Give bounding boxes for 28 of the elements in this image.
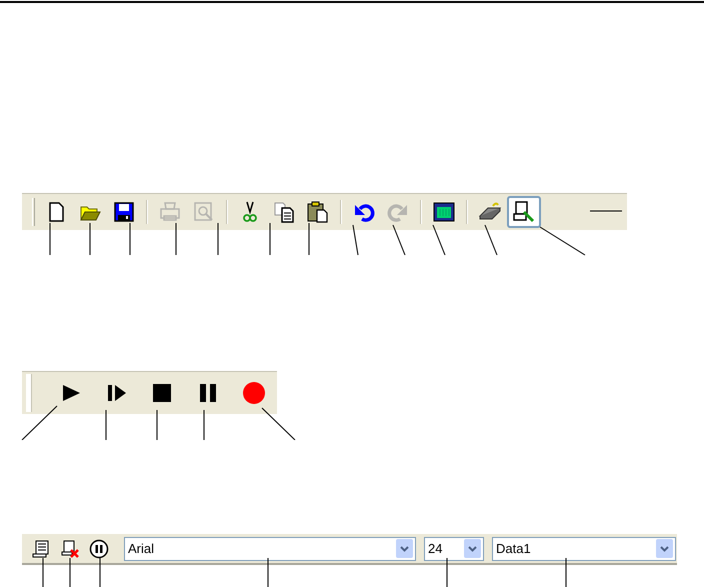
- chevron-down-icon: [396, 539, 413, 558]
- printer-icon: [158, 200, 182, 224]
- clipboard-icon: [306, 200, 330, 224]
- leader-line: [156, 410, 158, 440]
- scroll-delete-icon: [60, 538, 80, 558]
- leader-line: [446, 558, 448, 587]
- leader-line: [262, 408, 296, 440]
- leader-line: [22, 406, 58, 440]
- dropdown-field[interactable]: 24: [424, 536, 484, 560]
- window-grid-icon: [432, 200, 456, 224]
- leader-line: [352, 224, 358, 256]
- scroll-icon: [31, 538, 51, 558]
- leader-line: [540, 226, 586, 256]
- copy-pages-icon: [272, 200, 296, 224]
- chevron-down-icon: [464, 539, 481, 558]
- leader-line: [308, 222, 310, 256]
- computer-wand-icon: [512, 200, 536, 224]
- leader-line: [42, 558, 44, 587]
- leader-line: [484, 224, 498, 256]
- dropdown-field[interactable]: Data1: [492, 536, 676, 560]
- leader-line: [590, 210, 622, 212]
- dropdown-field[interactable]: Arial: [124, 536, 416, 560]
- leader-line: [432, 224, 446, 256]
- leader-line: [392, 224, 406, 256]
- record-icon: [242, 381, 266, 405]
- toolbar-button[interactable]: [507, 196, 541, 228]
- pause-circle-icon: [89, 538, 109, 558]
- chevron-down-icon: [656, 539, 673, 558]
